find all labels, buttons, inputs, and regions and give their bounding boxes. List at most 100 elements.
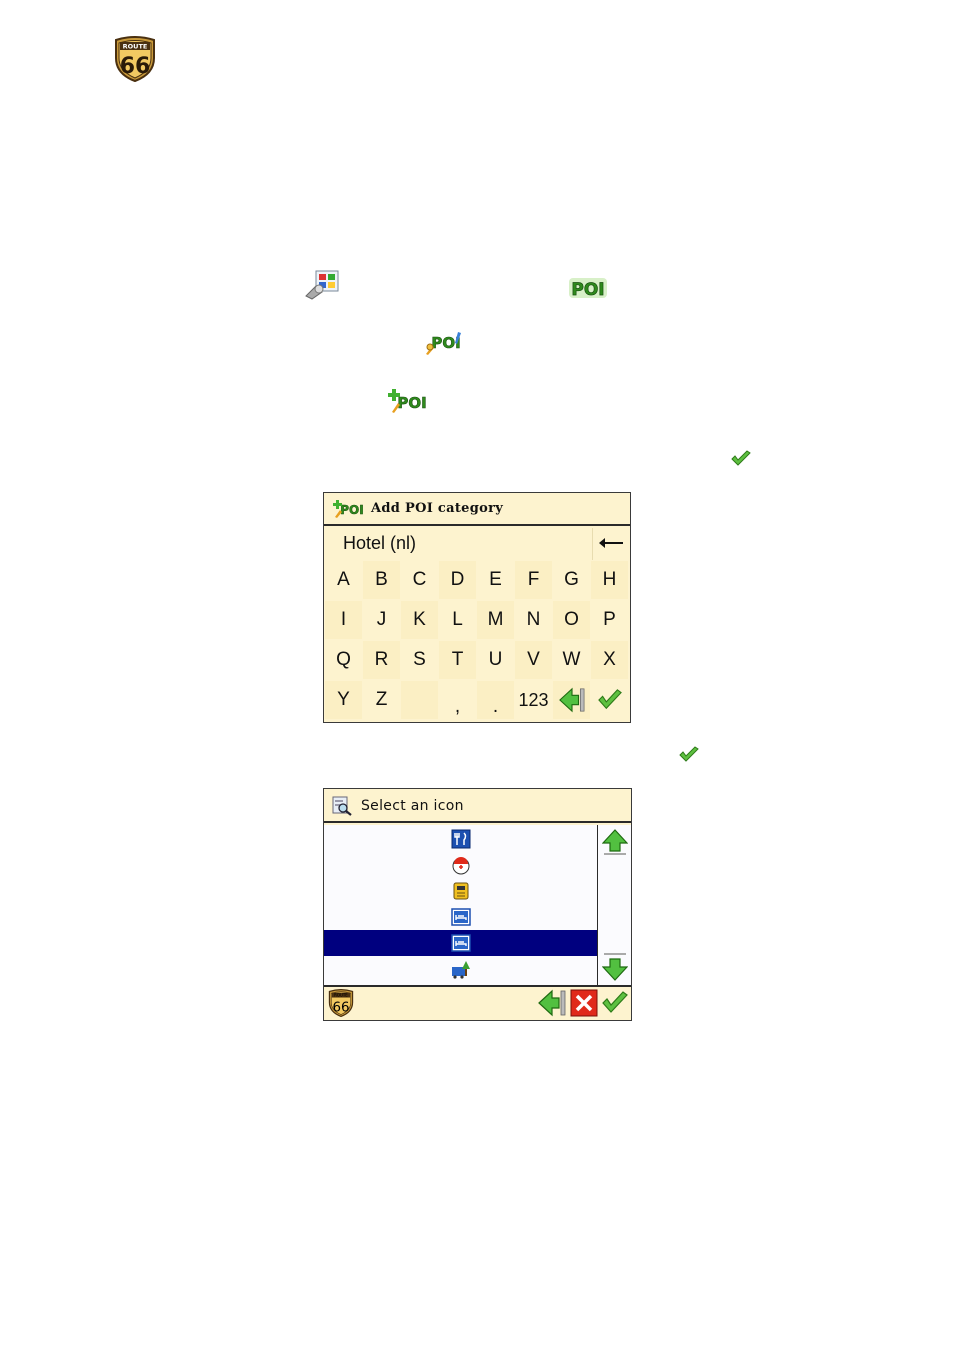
list-item[interactable] <box>324 852 597 878</box>
key[interactable]: U <box>477 641 514 679</box>
bottom-toolbar: ROUTE 66 <box>324 985 631 1020</box>
key-label: X <box>603 649 616 670</box>
key[interactable]: I <box>325 601 362 639</box>
scrollbar[interactable] <box>597 825 631 985</box>
key[interactable]: L <box>439 601 476 639</box>
key[interactable]: O <box>553 601 590 639</box>
key[interactable]: J <box>363 601 400 639</box>
key[interactable]: B <box>363 561 400 599</box>
add-poi-category-window: POI Add POI category Hotel (nl) ABCDEFGH… <box>323 492 631 723</box>
hotel-icon <box>450 908 471 926</box>
key-label: S <box>413 649 426 670</box>
key[interactable]: N <box>515 601 552 639</box>
icon-search-icon <box>332 796 352 816</box>
key[interactable]: F <box>515 561 552 599</box>
key[interactable]: T <box>439 641 476 679</box>
key[interactable]: V <box>515 641 552 679</box>
on-screen-keyboard: A B C D E F G H I J K L M N O P Q R S T U V W X Y Z,. 123 <box>325 561 629 721</box>
key[interactable]: A <box>325 561 362 599</box>
list-item[interactable] <box>324 956 597 982</box>
settings-icon <box>305 270 339 300</box>
route66-logo: ROUTE 66 <box>328 989 354 1017</box>
key-label: Q <box>336 649 351 670</box>
key[interactable]: K <box>401 601 438 639</box>
svg-text:POI: POI <box>571 280 604 300</box>
edit-poi-icon: POI <box>426 332 461 355</box>
window-title: Add POI category <box>371 501 504 516</box>
key-label: V <box>527 649 540 670</box>
logo-route-text: ROUTE <box>123 43 148 51</box>
hotel-icon <box>450 934 471 952</box>
key-label: . <box>492 696 499 717</box>
poi-icon: POI <box>569 278 607 300</box>
key-label: H <box>602 569 617 590</box>
key-label: F <box>527 569 540 590</box>
key-label: , <box>454 696 461 717</box>
key-label: D <box>450 569 465 590</box>
add-poi-icon: POI <box>333 500 364 518</box>
scroll-up-icon[interactable] <box>602 829 628 855</box>
key[interactable]: S <box>401 641 438 679</box>
key[interactable]: Y <box>325 681 362 719</box>
key-label: E <box>489 569 502 590</box>
logo-route-text: ROUTE <box>334 993 348 998</box>
key[interactable]: D <box>439 561 476 599</box>
key[interactable]: C <box>401 561 438 599</box>
key-space[interactable] <box>401 681 438 719</box>
key-label: J <box>376 609 387 630</box>
check-icon <box>597 689 622 710</box>
logo-number-text: 66 <box>332 1001 349 1016</box>
key[interactable]: H <box>591 561 628 599</box>
key[interactable]: Q <box>325 641 362 679</box>
list-item[interactable] <box>324 826 597 852</box>
cancel-button[interactable] <box>570 989 598 1017</box>
key[interactable]: , <box>439 681 476 719</box>
key-label: A <box>337 569 350 590</box>
field-divider <box>592 528 593 560</box>
key-label: O <box>564 609 579 630</box>
key-label: T <box>451 649 464 670</box>
key-label: Z <box>375 689 388 710</box>
key[interactable]: R <box>363 641 400 679</box>
backspace-key[interactable] <box>553 681 590 719</box>
key[interactable]: M <box>477 601 514 639</box>
key-label: C <box>412 569 427 590</box>
window-title-bar: Select an icon <box>324 789 631 823</box>
key[interactable]: G <box>553 561 590 599</box>
category-name-value: Hotel (nl) <box>343 533 417 553</box>
key-label: R <box>374 649 389 670</box>
key-label: N <box>526 609 541 630</box>
key[interactable]: P <box>591 601 628 639</box>
select-icon-window: Select an icon ROUTE 66 <box>323 788 632 1021</box>
key-label: W <box>562 649 581 670</box>
key[interactable]: W <box>553 641 590 679</box>
key-label: M <box>487 609 504 630</box>
camping-icon <box>451 961 470 979</box>
key[interactable]: X <box>591 641 628 679</box>
scroll-down-icon[interactable] <box>602 953 628 981</box>
list-item[interactable] <box>324 930 597 956</box>
key-label: 123 <box>518 689 549 710</box>
key-label: I <box>340 609 347 630</box>
backspace-arrow-icon[interactable] <box>598 536 624 550</box>
key[interactable]: Z <box>363 681 400 719</box>
window-title-bar: POI Add POI category <box>324 493 630 526</box>
key-label: U <box>488 649 503 670</box>
key[interactable]: 123 <box>515 681 552 719</box>
route66-logo: ROUTE 66 <box>115 36 155 82</box>
icon-list <box>324 825 597 985</box>
key[interactable]: E <box>477 561 514 599</box>
confirm-button[interactable] <box>601 990 629 1016</box>
category-name-field[interactable]: Hotel (nl) <box>324 528 630 560</box>
list-item[interactable] <box>324 904 597 930</box>
svg-text:POI: POI <box>397 394 426 412</box>
list-item[interactable] <box>324 878 597 904</box>
key-label: G <box>564 569 579 590</box>
confirm-key[interactable] <box>591 681 628 719</box>
emergency-icon <box>452 857 469 875</box>
back-button[interactable] <box>537 989 567 1017</box>
logo-number-text: 66 <box>120 54 151 79</box>
key[interactable]: . <box>477 681 514 719</box>
key-label: Y <box>337 689 350 710</box>
phone-icon <box>453 882 468 900</box>
